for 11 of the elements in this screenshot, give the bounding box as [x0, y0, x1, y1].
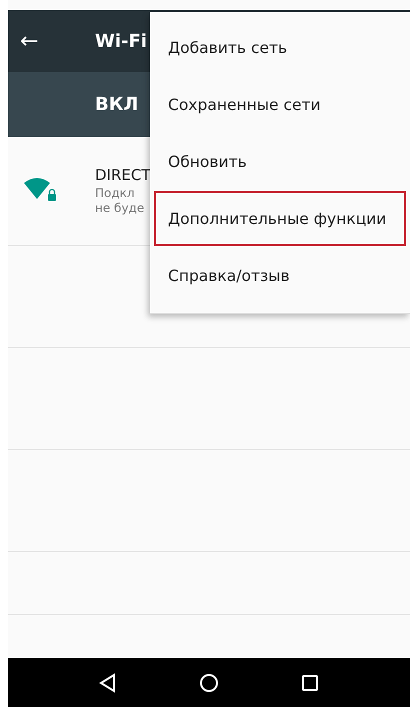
network-summary: Подкл [95, 186, 136, 201]
wifi-status-label: ВКЛ [95, 94, 138, 115]
network-name[interactable]: DIRECT [95, 166, 151, 184]
menu-item[interactable]: Справка/отзыв [154, 248, 406, 303]
menu-item[interactable]: Дополнительные функции [154, 191, 406, 246]
back-button[interactable]: ← [20, 28, 44, 54]
screen-title: Wi-Fi [95, 30, 147, 52]
network-summary: не буде [95, 201, 146, 216]
menu-item[interactable]: Обновить [154, 134, 406, 189]
menu-item[interactable]: Добавить сеть [154, 20, 406, 75]
menu-item[interactable]: Сохраненные сети [154, 77, 406, 132]
